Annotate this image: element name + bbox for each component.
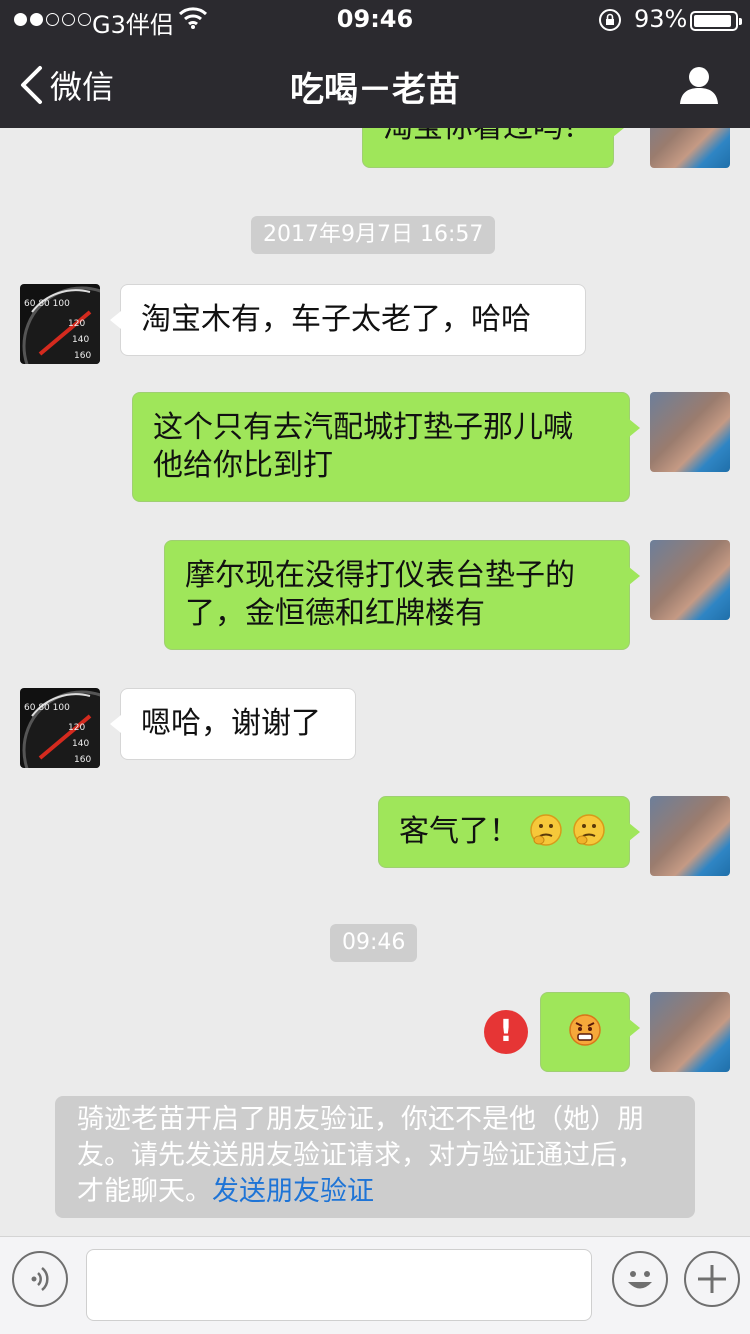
more-button[interactable] [684, 1251, 740, 1307]
speedometer-image: 60 80 100 120 140 160 [22, 690, 100, 768]
timestamp: 09:46 [330, 924, 418, 962]
message-bubble-received[interactable]: 淘宝木有，车子太老了，哈哈 [110, 284, 586, 356]
my-avatar[interactable] [650, 540, 730, 620]
speedometer-image: 60 80 100 120 140 160 [22, 286, 100, 364]
smiley-icon [628, 1271, 652, 1289]
contact-avatar[interactable]: 60 80 100 120 140 160 [20, 284, 100, 364]
chat-title: 吃喝－老苗 [290, 70, 460, 110]
angry-emoji-icon [569, 1014, 601, 1046]
contact-avatar[interactable]: 60 80 100 120 140 160 [20, 688, 100, 768]
send-verification-link[interactable]: 发送朋友验证 [212, 1176, 374, 1207]
contact-info-icon[interactable] [678, 64, 720, 106]
send-failed-icon[interactable]: ! [484, 1010, 528, 1054]
battery-icon [690, 11, 742, 31]
message-bubble-sent[interactable] [540, 992, 640, 1072]
message-bubble-sent[interactable]: 淘宝你看过吗？ [362, 128, 624, 168]
timestamp: 2017年9月7日 16:57 [251, 216, 496, 254]
emoji-button[interactable] [612, 1251, 668, 1307]
status-bar: G3伴侣 09:46 93% [0, 0, 750, 40]
input-bar [0, 1236, 750, 1334]
svg-text:120: 120 [68, 723, 85, 733]
message-bubble-sent[interactable]: 这个只有去汽配城打垫子那儿喊 他给你比到打 [132, 392, 640, 502]
message-input[interactable] [86, 1249, 592, 1321]
header: G3伴侣 09:46 93% 微信 吃喝－老苗 [0, 0, 750, 128]
my-avatar[interactable] [650, 796, 730, 876]
thinking-emoji-icon [529, 814, 562, 846]
my-avatar[interactable] [650, 128, 730, 168]
friend-verification-notice: 骑迹老苗开启了朋友验证，你还不是他（她）朋 友。请先发送朋友验证请求，对方验证通… [55, 1096, 695, 1218]
rotation-lock-icon [599, 9, 621, 31]
svg-text:140: 140 [72, 335, 89, 345]
message-bubble-sent[interactable]: 摩尔现在没得打仪表台垫子的 了，金恒德和红牌楼有 [164, 540, 640, 650]
svg-text:160: 160 [74, 755, 91, 765]
message-list[interactable]: 淘宝你看过吗？ 2017年9月7日 16:57 60 80 100 120 14… [0, 128, 750, 1236]
svg-text:60 80 100: 60 80 100 [24, 299, 70, 309]
svg-text:140: 140 [72, 739, 89, 749]
voice-button[interactable] [12, 1251, 68, 1307]
message-bubble-received[interactable]: 嗯哈，谢谢了 [110, 688, 356, 760]
my-avatar[interactable] [650, 992, 730, 1072]
my-avatar[interactable] [650, 392, 730, 472]
thinking-emoji-icon [573, 814, 605, 846]
svg-text:60 80 100: 60 80 100 [24, 703, 70, 713]
plus-icon [698, 1265, 726, 1293]
message-bubble-sent[interactable]: 客气了！ [378, 796, 640, 868]
svg-text:120: 120 [68, 319, 85, 329]
svg-text:160: 160 [74, 351, 91, 361]
voice-icon [31, 1267, 49, 1291]
battery-percentage: 93% [634, 5, 688, 33]
